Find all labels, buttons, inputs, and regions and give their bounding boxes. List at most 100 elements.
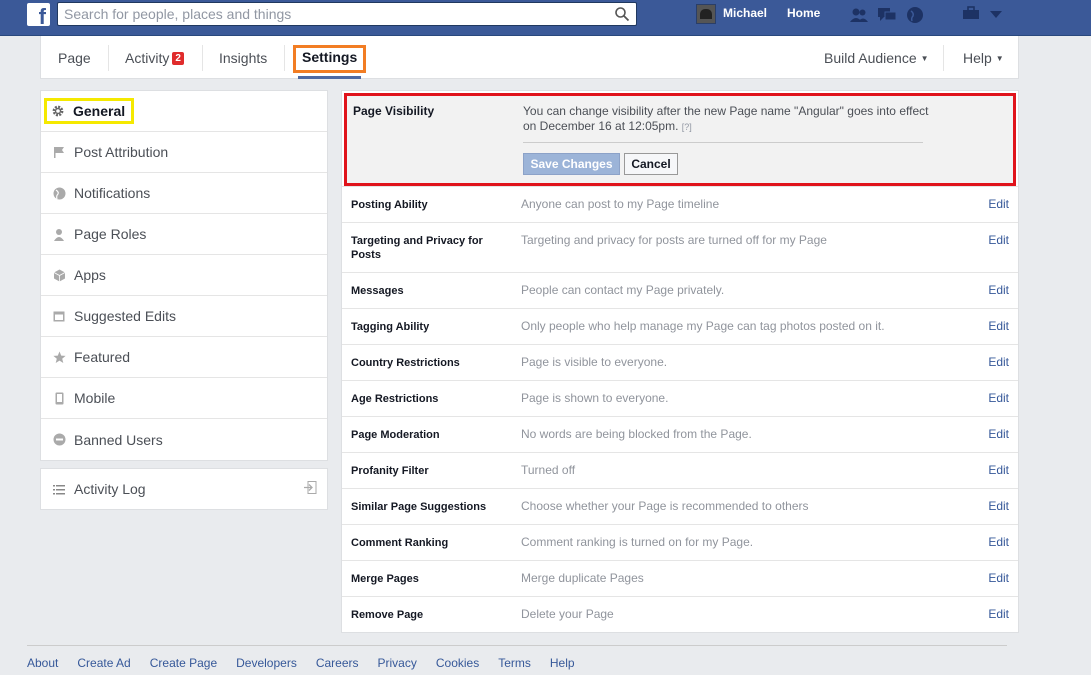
sidebar-item-label: Apps [74,267,106,283]
edit-link[interactable]: Edit [988,355,1009,369]
account-icons [962,6,1002,23]
nav-divider [943,45,944,71]
sidebar-item-label: Mobile [74,390,116,406]
general-highlight-box: General [44,98,135,124]
setting-label: Page Moderation [351,429,440,441]
setting-row: Targeting and Privacy for Posts Targeting… [342,222,1018,272]
build-audience-menu[interactable]: Build Audience ▼ [824,50,929,66]
setting-label: Comment Ranking [351,537,449,549]
messages-icon[interactable] [877,6,897,24]
footer-link[interactable]: Help [550,656,575,670]
sidebar-item-post-attribution[interactable]: Post Attribution [41,132,327,173]
friend-requests-icon[interactable] [849,6,869,24]
edit-link[interactable]: Edit [988,427,1009,441]
tab-settings[interactable]: Settings [302,49,357,65]
sidebar-item-label: Notifications [74,185,151,201]
setting-row: Merge Pages Merge duplicate Pages Edit [342,560,1018,596]
top-bar: f Michael Home [0,0,1091,36]
page-nav: Page Activity 2 Insights Settings Build A… [40,36,1019,79]
sidebar-item-activity-log[interactable]: Activity Log [41,469,327,509]
tab-activity[interactable]: Activity 2 [125,50,184,66]
footer-link[interactable]: Careers [316,656,359,670]
caret-down-icon: ▼ [995,54,1004,63]
settings-rows: Posting Ability Anyone can post to my Pag… [342,186,1018,632]
cube-icon [52,268,66,282]
footer-link[interactable]: Terms [498,656,531,670]
page-visibility-label: Page Visibility [353,104,435,118]
nav-divider [202,45,203,71]
notifications-globe-icon[interactable] [905,6,925,24]
setting-label: Age Restrictions [351,393,439,405]
save-changes-button[interactable]: Save Changes [523,153,620,175]
sidebar-item-banned-users[interactable]: Banned Users [41,419,327,460]
sidebar-item-general[interactable]: General [41,91,327,132]
cancel-button[interactable]: Cancel [624,153,678,175]
edit-link[interactable]: Edit [988,391,1009,405]
nav-divider [108,45,109,71]
setting-label: Merge Pages [351,573,419,585]
sidebar-item-suggested-edits[interactable]: Suggested Edits [41,296,327,337]
setting-row: Tagging Ability Only people who help mana… [342,308,1018,344]
edit-link[interactable]: Edit [988,319,1009,333]
home-link[interactable]: Home [787,6,820,20]
footer-link[interactable]: About [27,656,58,670]
search-box[interactable] [57,2,637,26]
sidebar-item-notifications[interactable]: Notifications [41,173,327,214]
setting-value: Anyone can post to my Page timeline [521,197,720,211]
sidebar-item-apps[interactable]: Apps [41,255,327,296]
footer-link[interactable]: Create Ad [77,656,130,670]
activity-badge: 2 [172,52,184,65]
edit-link[interactable]: Edit [988,571,1009,585]
tab-activity-label: Activity [125,50,170,66]
setting-value: Delete your Page [521,607,614,621]
setting-value: Turned off [521,463,576,477]
help-menu[interactable]: Help ▼ [963,50,1004,66]
settings-panel: Page Visibility You can change visibilit… [341,90,1019,633]
footer-link[interactable]: Developers [236,656,297,670]
setting-row: Similar Page Suggestions Choose whether y… [342,488,1018,524]
nav-divider [284,45,285,71]
tab-page[interactable]: Page [58,50,91,66]
edit-link[interactable]: Edit [988,535,1009,549]
account-caret-icon[interactable] [990,8,1002,22]
setting-row: Country Restrictions Page is visible to e… [342,344,1018,380]
facebook-logo-icon[interactable]: f [27,3,50,26]
person-icon [52,227,66,241]
setting-value: Merge duplicate Pages [521,571,644,585]
setting-value: Page is visible to everyone. [521,355,668,369]
sidebar-item-label: General [73,103,126,119]
sidebar-item-label: Featured [74,349,131,365]
setting-label: Similar Page Suggestions [351,501,487,513]
open-log-icon[interactable] [303,481,317,497]
help-label: Help [963,50,992,66]
avatar[interactable] [696,4,716,24]
footer-divider [27,645,1007,646]
profile-link[interactable]: Michael [723,6,767,20]
setting-row: Age Restrictions Page is shown to everyon… [342,380,1018,416]
edit-link[interactable]: Edit [988,499,1009,513]
edit-link[interactable]: Edit [988,197,1009,211]
footer-link[interactable]: Create Page [150,656,217,670]
setting-row: Posting Ability Anyone can post to my Pag… [342,186,1018,222]
sidebar-item-mobile[interactable]: Mobile [41,378,327,419]
setting-value: Comment ranking is turned on for my Page… [521,535,754,549]
footer-link[interactable]: Cookies [436,656,479,670]
sidebar-item-page-roles[interactable]: Page Roles [41,214,327,255]
search-input[interactable] [58,3,598,25]
privacy-shortcuts-icon[interactable] [962,6,980,23]
edit-link[interactable]: Edit [988,463,1009,477]
search-icon[interactable] [614,6,630,22]
sidebar-item-featured[interactable]: Featured [41,337,327,378]
sidebar-item-label: Suggested Edits [74,308,176,324]
edit-link[interactable]: Edit [988,283,1009,297]
setting-row: Profanity Filter Turned off Edit [342,452,1018,488]
setting-label: Targeting and Privacy for Posts [351,235,483,261]
page-visibility-row: Page Visibility You can change visibilit… [344,93,1016,186]
sidebar-item-label: Post Attribution [74,144,169,160]
help-link[interactable]: [?] [682,122,692,132]
star-icon [52,350,66,364]
edit-link[interactable]: Edit [988,607,1009,621]
edit-link[interactable]: Edit [988,233,1009,247]
tab-insights[interactable]: Insights [219,50,267,66]
footer-link[interactable]: Privacy [378,656,417,670]
